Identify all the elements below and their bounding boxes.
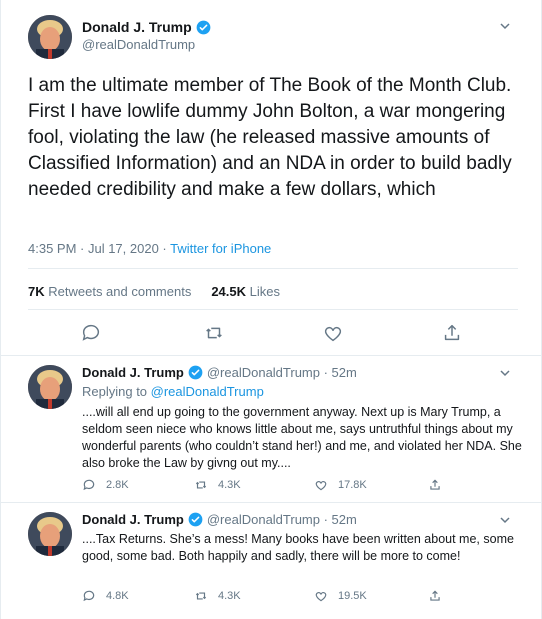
avatar[interactable] xyxy=(28,512,72,556)
verified-badge-icon xyxy=(188,365,203,380)
like-icon xyxy=(315,481,327,491)
author-name[interactable]: Donald J. Trump xyxy=(82,512,184,527)
comment-count: 4.8K xyxy=(106,590,129,602)
like-count: 19.5K xyxy=(338,590,367,602)
share-icon xyxy=(430,590,440,601)
retweet-count: 4.3K xyxy=(218,590,241,602)
retweet-count: 4.3K xyxy=(218,479,241,491)
share-action[interactable] xyxy=(428,478,452,492)
comment-icon xyxy=(83,590,95,602)
retweet-action[interactable]: 4.3K xyxy=(194,478,241,492)
divider xyxy=(0,502,542,503)
author-handle[interactable]: @realDonaldTrump · 52m xyxy=(207,512,357,527)
retweet-icon xyxy=(195,481,207,489)
comment-count: 2.8K xyxy=(106,479,129,491)
retweets-stat[interactable]: 7K Retweets and comments xyxy=(28,284,191,299)
engagement-stats: 7K Retweets and comments 24.5K Likes xyxy=(28,284,290,299)
left-border xyxy=(0,0,1,619)
avatar[interactable] xyxy=(28,15,72,59)
main-action-bar xyxy=(28,322,518,344)
divider xyxy=(28,268,518,269)
source-link[interactable]: Twitter for iPhone xyxy=(170,241,271,256)
chevron-down-icon[interactable] xyxy=(498,19,512,33)
retweet-action[interactable]: 4.3K xyxy=(194,589,241,603)
reply-text: ....Tax Returns. She’s a mess! Many book… xyxy=(82,532,514,563)
divider xyxy=(28,309,518,310)
chevron-down-icon[interactable] xyxy=(498,513,512,527)
like-count: 17.8K xyxy=(338,479,367,491)
comment-icon[interactable] xyxy=(80,322,102,344)
retweet-icon[interactable] xyxy=(203,322,225,344)
verified-badge-icon xyxy=(196,20,211,34)
reply-action-bar: 2.8K 4.3K 17.8K xyxy=(82,478,452,494)
replying-handle-link[interactable]: @realDonaldTrump xyxy=(151,384,264,399)
likes-stat[interactable]: 24.5K Likes xyxy=(211,284,280,299)
avatar[interactable] xyxy=(28,365,72,409)
comment-action[interactable]: 4.8K xyxy=(82,589,129,603)
like-icon xyxy=(315,592,327,602)
author-name[interactable]: Donald J. Trump xyxy=(82,365,184,380)
like-icon[interactable] xyxy=(322,322,344,344)
comment-icon xyxy=(83,479,95,491)
author-handle[interactable]: @realDonaldTrump · 52m xyxy=(207,365,357,380)
share-icon[interactable] xyxy=(441,322,463,344)
tweet-meta: 4:35 PM · Jul 17, 2020 · Twitter for iPh… xyxy=(28,241,271,256)
reply-action-bar: 4.8K 4.3K 19.5K xyxy=(82,589,452,605)
author-handle[interactable]: @realDonaldTrump xyxy=(82,37,195,52)
share-icon xyxy=(430,479,440,490)
verified-badge-icon xyxy=(188,512,203,527)
retweet-icon xyxy=(195,592,207,600)
replying-prefix: Replying to xyxy=(82,384,151,399)
tweet-text: I am the ultimate member of The Book of … xyxy=(28,75,512,200)
replying-to: Replying to @realDonaldTrump xyxy=(82,384,264,399)
like-action[interactable]: 17.8K xyxy=(314,478,367,492)
comment-action[interactable]: 2.8K xyxy=(82,478,129,492)
like-action[interactable]: 19.5K xyxy=(314,589,367,603)
timestamp[interactable]: 4:35 PM · Jul 17, 2020 · xyxy=(28,241,170,256)
chevron-down-icon[interactable] xyxy=(498,366,512,380)
author-name[interactable]: Donald J. Trump xyxy=(82,19,192,35)
share-action[interactable] xyxy=(428,589,452,603)
reply-text: ....will all end up going to the governm… xyxy=(82,405,522,470)
divider xyxy=(0,355,542,356)
